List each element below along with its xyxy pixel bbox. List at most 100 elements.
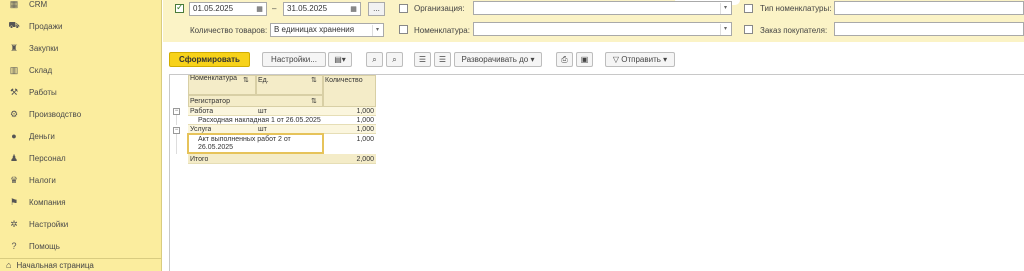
- company-icon: ⚑: [9, 196, 19, 207]
- sidebar-item-label: Работы: [29, 87, 57, 97]
- organization-field[interactable]: ▾: [473, 1, 732, 15]
- header-registrar: Регистратор: [190, 98, 230, 105]
- sidebar-item-sales[interactable]: ⛟ Продажи: [8, 19, 62, 33]
- expand-groups-button[interactable]: ☰: [434, 52, 451, 67]
- outline-line: [176, 115, 177, 125]
- sidebar-item-settings[interactable]: ✲ Настройки: [8, 217, 68, 231]
- quantity-select[interactable]: В единицах хранения ▾: [270, 23, 384, 37]
- row-unit: шт: [258, 108, 267, 115]
- sidebar-item-label: Персонал: [29, 153, 66, 163]
- period-from-value: 01.05.2025: [193, 4, 234, 13]
- collapse-group-icon[interactable]: −: [173, 108, 180, 115]
- organization-checkbox[interactable]: [399, 4, 408, 13]
- customer-order-checkbox[interactable]: [744, 25, 753, 34]
- expand-icon: ☰: [438, 55, 447, 64]
- period-dash: –: [272, 4, 277, 13]
- collapse-icon: ☰: [418, 55, 427, 64]
- sort-icon[interactable]: ⇅: [311, 76, 317, 85]
- personnel-icon: ♟: [9, 152, 19, 163]
- send-label: Отправить: [621, 55, 661, 64]
- money-icon: ●: [11, 131, 17, 141]
- header-nomenclature: Номенклатура: [190, 75, 237, 82]
- report-variants-icon: ▤▾: [334, 55, 346, 64]
- sidebar-item-personnel[interactable]: ♟ Персонал: [8, 151, 66, 165]
- nomenclature-type-field[interactable]: [834, 1, 1024, 15]
- row-registrar: Расходная накладная 1 от 26.05.2025: [198, 117, 321, 124]
- sidebar-item-production[interactable]: ⚙ Производство: [8, 107, 81, 121]
- chevron-down-icon[interactable]: ▾: [720, 3, 730, 14]
- total-label: Итого: [190, 156, 209, 163]
- calendar-icon[interactable]: ▦: [254, 4, 265, 16]
- print-button[interactable]: ⎙: [556, 52, 573, 67]
- sidebar-item-company[interactable]: ⚑ Компания: [8, 195, 66, 209]
- search-button[interactable]: ⌕: [366, 52, 383, 67]
- send-button[interactable]: ▽ Отправить ▾: [605, 52, 675, 67]
- collapse-groups-button[interactable]: ☰: [414, 52, 431, 67]
- chevron-down-icon[interactable]: ▾: [720, 24, 730, 35]
- production-icon: ⚙: [9, 108, 19, 119]
- crm-icon: ▦: [9, 0, 19, 9]
- period-select-button[interactable]: ...: [368, 2, 385, 16]
- row-quantity: 1,000: [356, 108, 374, 115]
- sidebar-item-crm[interactable]: ▦ CRM: [8, 0, 47, 11]
- sidebar-item-label: Деньги: [29, 131, 55, 141]
- sidebar-item-works[interactable]: ⚒ Работы: [8, 85, 57, 99]
- sales-icon: ⛟: [8, 20, 20, 30]
- home-icon: ⌂: [6, 260, 12, 270]
- collapse-group-icon[interactable]: −: [173, 127, 180, 134]
- period-from-field[interactable]: 01.05.2025 ▦: [189, 2, 267, 16]
- sidebar-item-label: Производство: [29, 109, 82, 119]
- sidebar-item-help[interactable]: ? Помощь: [8, 239, 59, 253]
- expand-to-dropdown[interactable]: Разворачивать до ▾: [454, 52, 542, 67]
- variants-dropdown-button[interactable]: ▤▾: [328, 52, 352, 67]
- quantity-label: Количество товаров:: [190, 26, 268, 35]
- sidebar-item-taxes[interactable]: ♛ Налоги: [8, 173, 56, 187]
- row-quantity: 1,000: [356, 126, 374, 133]
- printer-icon: ⎙: [561, 55, 568, 64]
- header-unit: Ед.: [258, 77, 269, 84]
- sidebar-item-label: Склад: [29, 65, 53, 75]
- nomenclature-label: Номенклатура:: [414, 26, 470, 35]
- customer-order-field[interactable]: [834, 22, 1024, 36]
- calendar-icon[interactable]: ▦: [348, 4, 359, 16]
- preview-button[interactable]: ▣: [576, 52, 593, 67]
- sidebar-item-label: Налоги: [29, 175, 56, 185]
- nomenclature-type-label: Тип номенклатуры:: [760, 4, 832, 13]
- sort-icon[interactable]: ⇅: [243, 76, 249, 85]
- period-to-field[interactable]: 31.05.2025 ▦: [283, 2, 361, 16]
- sidebar-item-label: Продажи: [29, 21, 63, 31]
- sidebar-home-label: Начальная страница: [16, 260, 94, 270]
- sort-icon[interactable]: ⇅: [311, 97, 317, 106]
- chevron-down-icon[interactable]: ▾: [372, 25, 382, 36]
- warehouse-icon: ▥: [9, 64, 19, 75]
- row-registrar-line2: 26.05.2025: [198, 144, 234, 151]
- row-quantity: 1,000: [356, 117, 374, 124]
- help-icon: ?: [11, 241, 17, 251]
- sidebar-item-money[interactable]: ● Деньги: [8, 129, 55, 143]
- row-quantity: 1,000: [356, 136, 374, 143]
- settings-icon: ✲: [10, 218, 18, 229]
- search-replace-button[interactable]: ⌕: [386, 52, 403, 67]
- generate-button[interactable]: Сформировать: [169, 52, 250, 67]
- customer-order-label: Заказ покупателя:: [760, 26, 828, 35]
- nomenclature-checkbox[interactable]: [399, 25, 408, 34]
- period-checkbox[interactable]: [175, 2, 184, 13]
- nomenclature-type-checkbox[interactable]: [744, 4, 753, 13]
- outline-line: [176, 134, 177, 154]
- sidebar-item-warehouse[interactable]: ▥ Склад: [8, 63, 52, 77]
- chevron-down-icon: ▾: [663, 55, 668, 64]
- nomenclature-field[interactable]: ▾: [473, 22, 732, 36]
- header-quantity: Количество: [325, 77, 363, 84]
- sidebar-home-link[interactable]: ⌂ Начальная страница: [0, 258, 162, 271]
- total-quantity: 2,000: [356, 156, 374, 163]
- settings-button[interactable]: Настройки...: [262, 52, 326, 67]
- sidebar-item-purchases[interactable]: ♜ Закупки: [8, 41, 58, 55]
- expand-to-label: Разворачивать до: [461, 55, 529, 64]
- search-next-icon: ⌕: [392, 55, 397, 64]
- sidebar-item-label: CRM: [29, 0, 48, 9]
- sidebar-item-label: Закупки: [29, 43, 59, 53]
- purchases-icon: ♜: [9, 42, 19, 53]
- search-icon: ⌕: [372, 55, 377, 64]
- organization-label: Организация:: [414, 4, 465, 13]
- print-preview-icon: ▣: [580, 55, 589, 64]
